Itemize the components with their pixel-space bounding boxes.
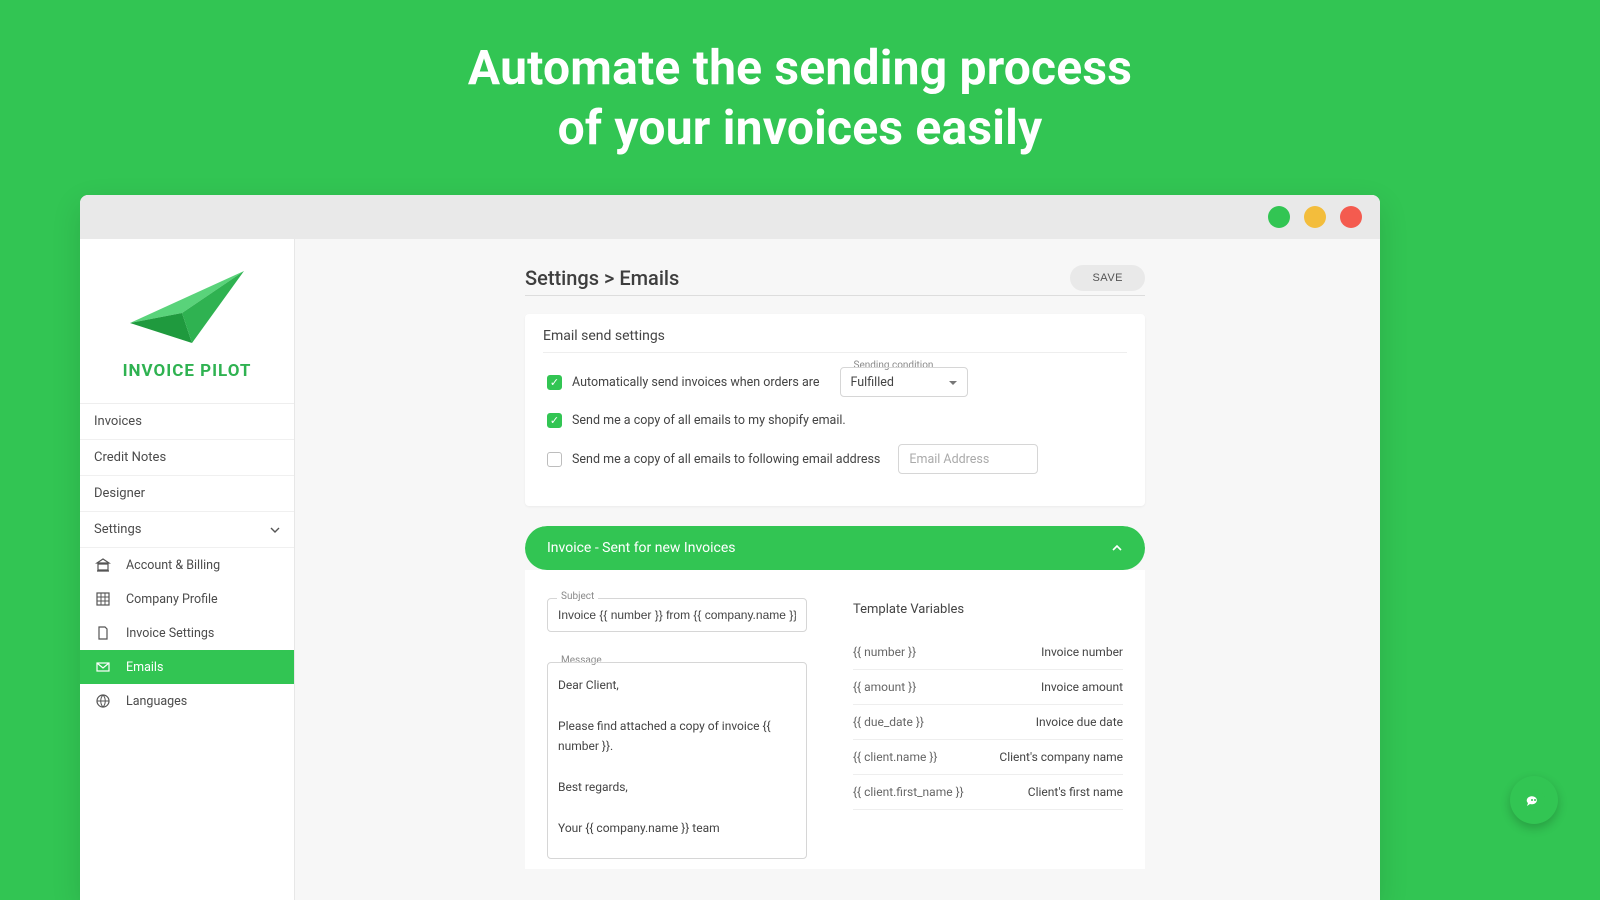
app-window: INVOICE PILOT Invoices Credit Notes Desi… <box>80 195 1380 900</box>
sidebar-item-designer[interactable]: Designer <box>80 476 294 512</box>
var-token: {{ client.name }} <box>853 750 937 764</box>
sidebar-item-label: Emails <box>126 660 163 675</box>
sending-condition-select[interactable]: Fulfilled <box>840 367 968 397</box>
globe-icon <box>94 693 112 709</box>
sidebar-item-credit-notes[interactable]: Credit Notes <box>80 440 294 476</box>
main-content: Settings > Emails SAVE Email send settin… <box>295 239 1380 900</box>
card-title: Email send settings <box>543 328 1127 353</box>
sidebar-subitem-invoice-settings[interactable]: Invoice Settings <box>80 616 294 650</box>
brand-name: INVOICE PILOT <box>123 361 252 381</box>
sidebar-item-invoices[interactable]: Invoices <box>80 404 294 440</box>
file-icon <box>94 625 112 641</box>
subject-input[interactable] <box>547 598 807 632</box>
setting-copy-address-row: Send me a copy of all emails to followin… <box>543 444 1127 474</box>
message-textarea[interactable]: Dear Client, Please find attached a copy… <box>547 662 807 859</box>
template-var-row: {{ client.name }} Client's company name <box>853 740 1123 775</box>
mail-icon <box>94 659 112 675</box>
accordion-title: Invoice - Sent for new Invoices <box>547 540 736 556</box>
template-vars-title: Template Variables <box>853 598 1123 617</box>
chat-icon <box>1522 788 1546 812</box>
sidebar-item-label: Designer <box>94 486 145 501</box>
brand: INVOICE PILOT <box>80 239 294 404</box>
sidebar-item-label: Company Profile <box>126 592 218 607</box>
template-var-row: {{ due_date }} Invoice due date <box>853 705 1123 740</box>
sidebar-item-label: Credit Notes <box>94 450 166 465</box>
var-desc: Invoice amount <box>1041 680 1123 694</box>
window-dot-green <box>1268 206 1290 228</box>
window-dot-yellow <box>1304 206 1326 228</box>
chat-fab[interactable] <box>1510 776 1558 824</box>
hero-line1: Automate the sending process <box>468 39 1132 96</box>
invoice-template-accordion: Invoice - Sent for new Invoices Subject … <box>525 526 1145 869</box>
field-label: Subject <box>557 591 598 602</box>
sidebar-item-label: Account & Billing <box>126 558 220 573</box>
page-header: Settings > Emails SAVE <box>525 239 1145 296</box>
bank-icon <box>94 557 112 573</box>
logo-icon <box>122 265 252 355</box>
checkbox-auto-send[interactable] <box>547 375 562 390</box>
sidebar-item-label: Languages <box>126 694 187 709</box>
template-var-row: {{ amount }} Invoice amount <box>853 670 1123 705</box>
settings-subnav: Account & Billing Company Profile Invoic… <box>80 548 294 718</box>
var-token: {{ number }} <box>853 645 916 659</box>
var-token: {{ due_date }} <box>853 715 924 729</box>
sidebar-item-settings[interactable]: Settings <box>80 512 294 548</box>
window-dot-red <box>1340 206 1362 228</box>
sidebar-subitem-account-billing[interactable]: Account & Billing <box>80 548 294 582</box>
email-address-input[interactable] <box>898 444 1038 474</box>
sidebar-item-label: Invoices <box>94 414 142 429</box>
setting-auto-send-row: Automatically send invoices when orders … <box>543 367 1127 397</box>
window-titlebar <box>80 195 1380 239</box>
template-var-row: {{ client.first_name }} Client's first na… <box>853 775 1123 810</box>
var-token: {{ client.first_name }} <box>853 785 964 799</box>
sidebar-nav: Invoices Credit Notes Designer Settings … <box>80 404 294 718</box>
checkbox-copy-shopify[interactable] <box>547 413 562 428</box>
sidebar: INVOICE PILOT Invoices Credit Notes Desi… <box>80 239 295 900</box>
chevron-up-icon <box>1111 542 1123 554</box>
hero-banner: Automate the sending process of your inv… <box>0 0 1600 158</box>
var-desc: Client's first name <box>1028 785 1123 799</box>
sidebar-item-label: Invoice Settings <box>126 626 214 641</box>
email-settings-card: Email send settings Automatically send i… <box>525 314 1145 506</box>
accordion-body: Subject Message Dear Client, Please find… <box>525 570 1145 869</box>
var-desc: Invoice due date <box>1036 715 1123 729</box>
var-token: {{ amount }} <box>853 680 916 694</box>
setting-label: Send me a copy of all emails to followin… <box>572 452 880 467</box>
sidebar-subitem-emails[interactable]: Emails <box>80 650 294 684</box>
setting-label: Send me a copy of all emails to my shopi… <box>572 413 846 428</box>
grid-icon <box>94 591 112 607</box>
chevron-down-icon <box>270 525 280 535</box>
breadcrumb: Settings > Emails <box>525 266 679 290</box>
setting-label: Automatically send invoices when orders … <box>572 375 820 390</box>
var-desc: Client's company name <box>999 750 1123 764</box>
select-value: Fulfilled <box>851 375 894 390</box>
setting-copy-shopify-row: Send me a copy of all emails to my shopi… <box>543 413 1127 428</box>
accordion-header[interactable]: Invoice - Sent for new Invoices <box>525 526 1145 570</box>
var-desc: Invoice number <box>1041 645 1123 659</box>
sidebar-item-label: Settings <box>94 522 141 537</box>
checkbox-copy-address[interactable] <box>547 452 562 467</box>
sidebar-subitem-languages[interactable]: Languages <box>80 684 294 718</box>
sidebar-subitem-company-profile[interactable]: Company Profile <box>80 582 294 616</box>
template-var-row: {{ number }} Invoice number <box>853 635 1123 670</box>
template-vars-list: {{ number }} Invoice number {{ amount }} In… <box>853 635 1123 810</box>
save-button[interactable]: SAVE <box>1070 265 1145 291</box>
hero-line2: of your invoices easily <box>558 99 1043 156</box>
